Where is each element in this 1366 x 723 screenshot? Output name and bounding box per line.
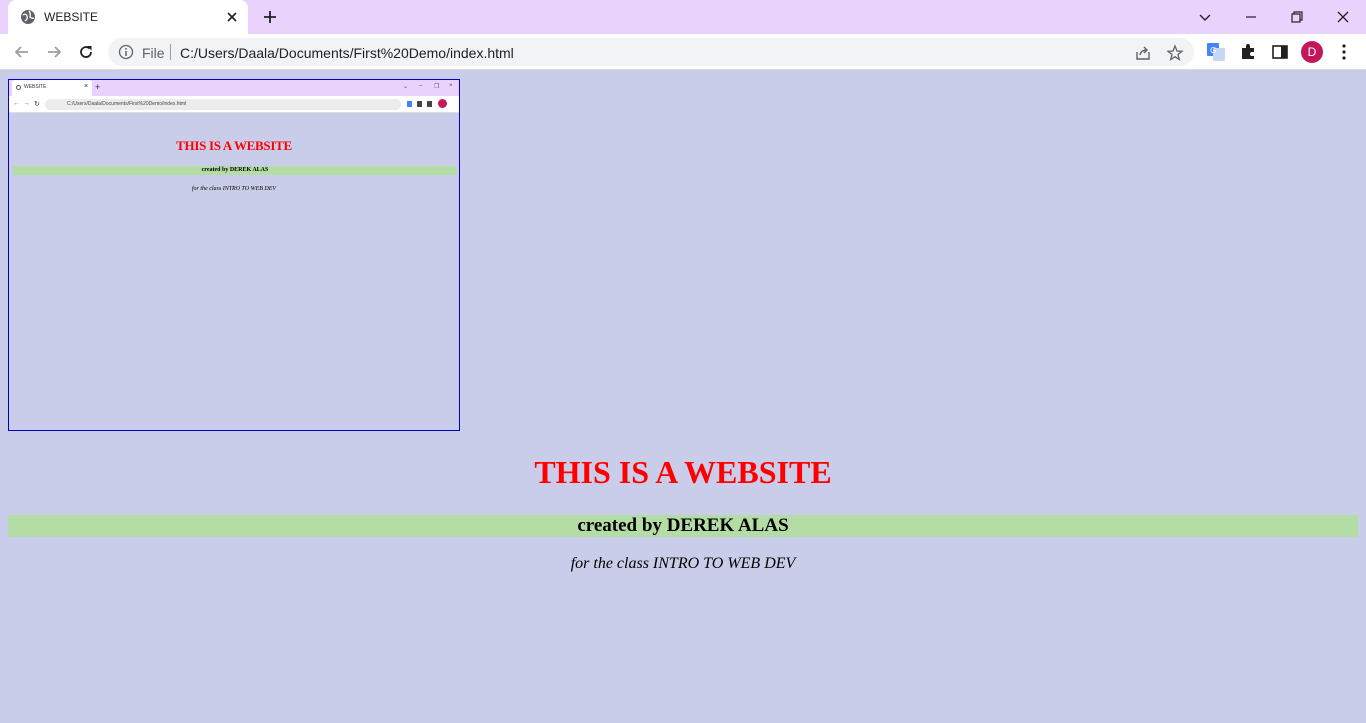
- creator-bar: created by DEREK ALAS: [8, 515, 1358, 537]
- mini-translate-icon: [407, 101, 412, 107]
- browser-toolbar: File C:/Users/Daala/Documents/First%20De…: [0, 34, 1366, 70]
- new-tab-icon[interactable]: [261, 8, 279, 26]
- mini-close-icon: ×: [84, 83, 89, 90]
- title-bar: WEBSITE: [0, 0, 1366, 34]
- mini-avatar: [438, 99, 447, 108]
- mini-toolbar: ← → ↻ C:/Users/Daala/Documents/First%20D…: [9, 96, 459, 113]
- mini-back-icon: ←: [13, 100, 20, 107]
- bookmark-star-icon[interactable]: [1166, 44, 1184, 62]
- mini-panel-icon: [427, 101, 432, 107]
- share-icon[interactable]: [1134, 44, 1152, 62]
- address-bar[interactable]: File C:/Users/Daala/Documents/First%20De…: [108, 38, 1194, 66]
- class-line: for the class INTRO TO WEB DEV: [570, 555, 796, 572]
- tab-search-icon[interactable]: [1194, 6, 1216, 28]
- profile-avatar[interactable]: D: [1301, 41, 1323, 63]
- mini-creator-bar: created by DEREK ALAS: [13, 166, 457, 175]
- mini-url: C:/Users/Daala/Documents/First%20Demo/in…: [67, 101, 187, 107]
- mini-class-line: for the class INTRO TO WEB DEV: [191, 186, 277, 192]
- mini-heading: THIS IS A WEBSITE: [176, 138, 292, 153]
- mini-minimize-icon: –: [419, 83, 423, 89]
- globe-icon: [21, 10, 35, 24]
- mini-new-tab-icon: +: [95, 82, 101, 92]
- tab-title: WEBSITE: [44, 10, 99, 24]
- url-text[interactable]: C:/Users/Daala/Documents/First%20Demo/in…: [180, 45, 514, 61]
- info-icon[interactable]: [118, 44, 134, 60]
- page-content: WEBSITE × + ⌄ – ❐ × ← → ↻ C:/Users/Daala…: [0, 70, 1366, 723]
- mini-creator-text: created by DEREK ALAS: [201, 167, 269, 173]
- creator-text: created by DEREK ALAS: [577, 515, 789, 536]
- mini-chevron-icon: ⌄: [403, 84, 409, 90]
- mini-puzzle-icon: [417, 101, 422, 107]
- mini-reload-icon: ↻: [34, 101, 40, 108]
- embedded-screenshot-image: WEBSITE × + ⌄ – ❐ × ← → ↻ C:/Users/Daala…: [8, 79, 460, 431]
- restore-icon[interactable]: [1286, 6, 1308, 28]
- minimize-icon[interactable]: [1240, 6, 1262, 28]
- mini-address-bar: C:/Users/Daala/Documents/First%20Demo/in…: [45, 99, 401, 110]
- page-heading: THIS IS A WEBSITE: [534, 454, 832, 490]
- mini-title-bar: WEBSITE × + ⌄ – ❐ ×: [9, 80, 459, 96]
- mini-globe-icon: [16, 85, 21, 90]
- extensions-puzzle-icon[interactable]: [1238, 42, 1258, 62]
- mini-close-window-icon: ×: [449, 83, 453, 89]
- mini-restore-icon: ❐: [434, 84, 440, 90]
- side-panel-icon[interactable]: [1270, 42, 1290, 62]
- mini-tab-title: WEBSITE: [24, 84, 47, 90]
- back-icon[interactable]: [12, 42, 32, 62]
- translate-extension-icon[interactable]: G: [1206, 42, 1226, 62]
- menu-kebab-icon[interactable]: [1334, 42, 1354, 62]
- mini-tab: WEBSITE ×: [12, 80, 92, 96]
- forward-icon[interactable]: [44, 42, 64, 62]
- close-tab-icon[interactable]: [224, 9, 240, 25]
- svg-text:G: G: [1210, 46, 1216, 55]
- active-tab[interactable]: WEBSITE: [8, 0, 248, 34]
- omnibox-separator: [170, 44, 171, 60]
- close-window-icon[interactable]: [1332, 6, 1354, 28]
- mini-forward-icon: →: [23, 100, 30, 107]
- scheme-label: File: [142, 45, 165, 61]
- reload-icon[interactable]: [76, 42, 96, 62]
